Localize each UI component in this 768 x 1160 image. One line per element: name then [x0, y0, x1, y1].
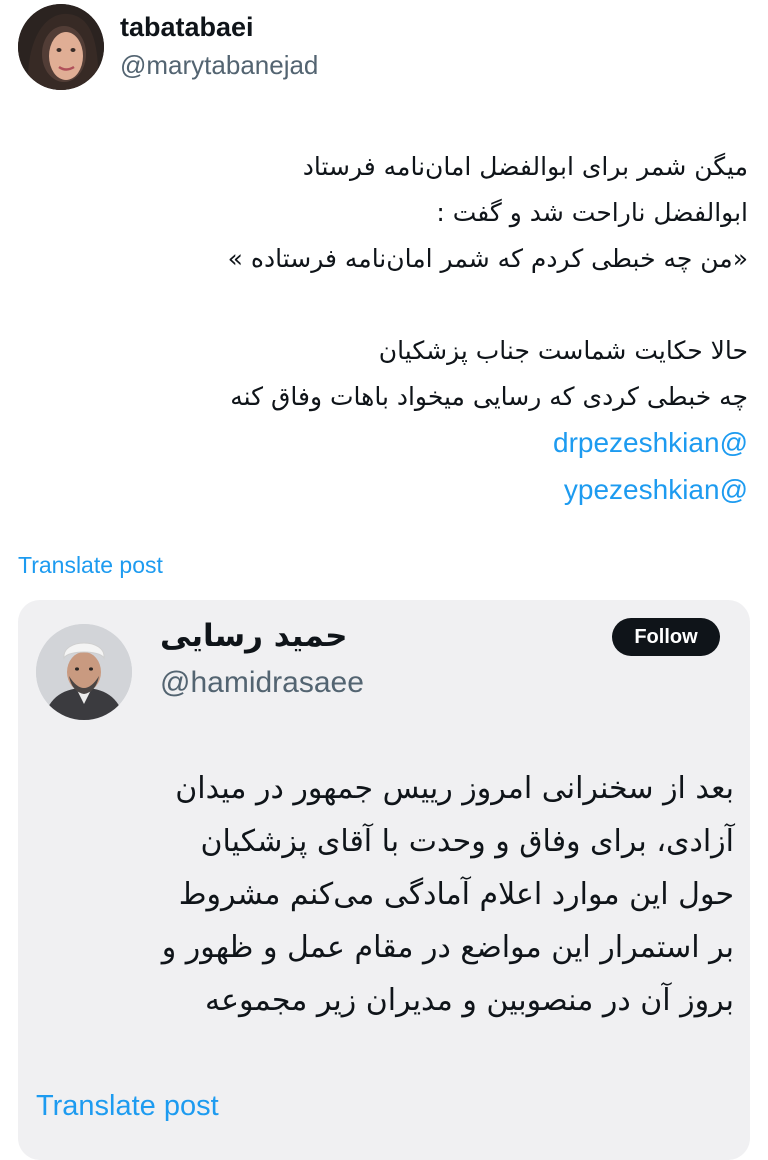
quoted-author-avatar[interactable] — [36, 624, 132, 720]
tweet-line: ابوالفضل ناراحت شد و گفت : — [436, 198, 748, 227]
quoted-author-handle[interactable]: @hamidrasaee — [160, 666, 364, 700]
tweet-line: حالا حکایت شماست جناب پزشکیان — [378, 336, 748, 365]
author-handle[interactable]: @marytabanejad — [120, 50, 318, 81]
tweet-line: «من چه خبطی کردم که شمر امان‌نامه فرستاد… — [227, 244, 748, 273]
translate-post-link[interactable]: Translate post — [18, 552, 163, 579]
quoted-line: بر استمرار این مواضع در مقام عمل و ظهور … — [161, 930, 734, 965]
mention-link[interactable]: @ypezeshkian — [564, 474, 748, 505]
follow-button[interactable]: Follow — [612, 618, 720, 656]
quoted-tweet-text: بعد از سخنرانی امروز رییس جمهور در میدان… — [44, 762, 734, 1027]
author-name[interactable]: tabatabaei — [120, 12, 254, 43]
tweet-line: چه خبطی کردی که رسایی میخواد باهات وفاق … — [230, 382, 748, 411]
mention-link[interactable]: @drpezeshkian — [553, 427, 748, 458]
quoted-line: آزادی، برای وفاق و وحدت با آقای پزشکیان — [200, 824, 734, 859]
quoted-tweet-card[interactable]: حمید رسایی @hamidrasaee Follow بعد از سخ… — [18, 600, 750, 1160]
tweet-line: میگن شمر برای ابوالفضل امان‌نامه فرستاد — [302, 152, 748, 181]
quoted-author-name[interactable]: حمید رسایی — [160, 618, 347, 654]
author-avatar[interactable] — [18, 4, 104, 90]
quoted-line: حول این موارد اعلام آمادگی می‌کنم مشروط — [178, 877, 734, 912]
quoted-line: بعد از سخنرانی امروز رییس جمهور در میدان — [175, 771, 734, 806]
quoted-translate-post-link[interactable]: Translate post — [36, 1090, 219, 1123]
quoted-line: بروز آن در منصوبین و مدیران زیر مجموعه — [205, 983, 734, 1018]
tweet-text: میگن شمر برای ابوالفضل امان‌نامه فرستاد … — [48, 144, 748, 514]
